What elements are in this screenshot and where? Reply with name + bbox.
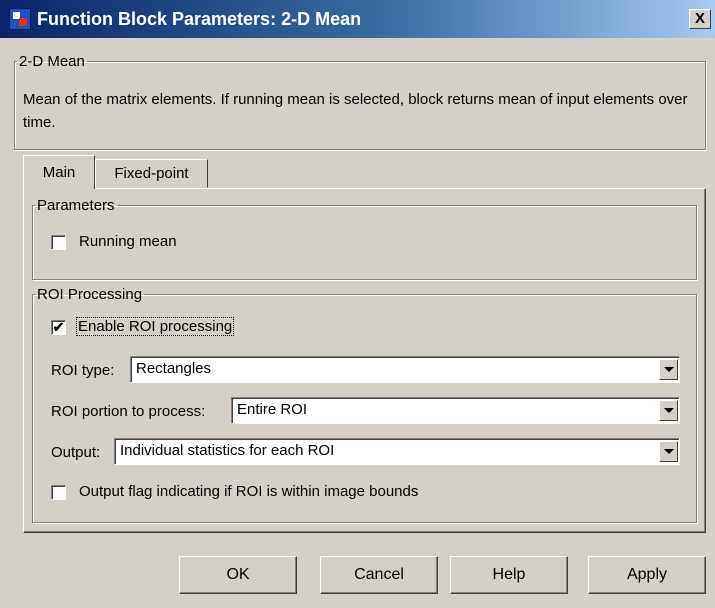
roi-portion-select[interactable]: Entire ROI [231, 397, 680, 424]
apply-button[interactable]: Apply [588, 556, 706, 594]
close-button[interactable]: X [689, 9, 711, 29]
help-button[interactable]: Help [450, 556, 568, 594]
tab-fixed-point[interactable]: Fixed-point [95, 159, 208, 188]
chevron-down-icon[interactable] [659, 400, 678, 421]
enable-roi-label[interactable]: Enable ROI processing [76, 317, 235, 336]
roi-type-label: ROI type: [51, 362, 115, 379]
output-label: Output: [51, 444, 101, 461]
output-flag-label[interactable]: Output flag indicating if ROI is within … [79, 483, 418, 500]
tab-main[interactable]: Main [23, 155, 95, 189]
roi-processing-group-title: ROI Processing [37, 286, 143, 303]
cancel-button[interactable]: Cancel [320, 556, 438, 594]
simulink-block-icon [9, 8, 31, 30]
title-bar[interactable]: Function Block Parameters: 2-D Mean X [0, 0, 715, 38]
running-mean-checkbox[interactable] [51, 235, 66, 250]
ok-button[interactable]: OK [179, 556, 297, 594]
description-group-title: 2-D Mean [19, 53, 85, 70]
tab-fixed-point-label: Fixed-point [114, 165, 189, 182]
roi-type-select[interactable]: Rectangles [130, 356, 680, 383]
parameters-group-title: Parameters [37, 197, 115, 214]
output-select[interactable]: Individual statistics for each ROI [114, 438, 680, 465]
roi-portion-label: ROI portion to process: [51, 403, 206, 420]
tab-main-label: Main [42, 164, 76, 181]
chevron-down-icon[interactable] [659, 441, 678, 462]
roi-type-value: Rectangles [136, 360, 212, 377]
chevron-down-icon[interactable] [659, 359, 678, 380]
block-description: Mean of the matrix elements. If running … [23, 91, 688, 131]
running-mean-label[interactable]: Running mean [79, 233, 177, 250]
output-value: Individual statistics for each ROI [120, 442, 335, 459]
enable-roi-checkbox[interactable]: ✔ [51, 320, 66, 335]
output-flag-checkbox[interactable] [51, 485, 66, 500]
roi-portion-value: Entire ROI [237, 401, 308, 418]
window-title: Function Block Parameters: 2-D Mean [37, 8, 362, 29]
